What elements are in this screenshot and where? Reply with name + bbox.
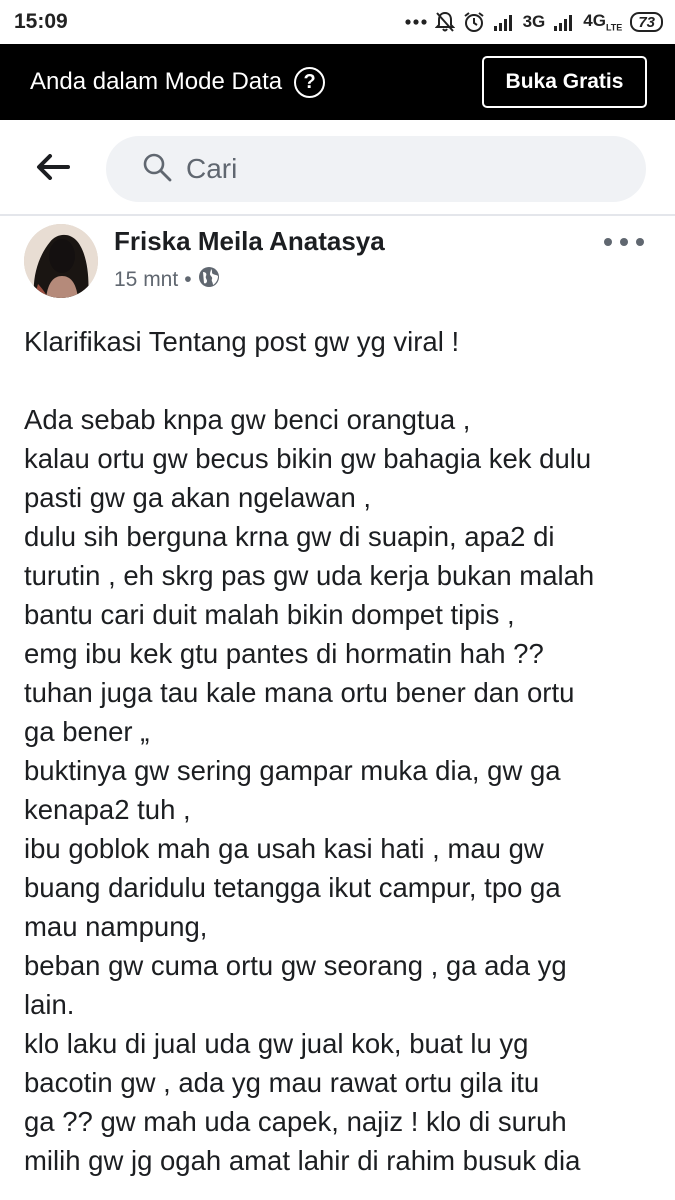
open-free-button[interactable]: Buka Gratis (482, 56, 647, 108)
post-text: Klarifikasi Tentang post gw yg viral ! A… (24, 322, 664, 1180)
post-line: tuhan juga tau kale mana ortu bener dan … (24, 677, 575, 708)
post-line-blank (24, 361, 664, 400)
data-mode-banner: Anda dalam Mode Data ? Buka Gratis (0, 44, 675, 120)
post-time[interactable]: 15 mnt (114, 268, 178, 292)
signal-icon (553, 13, 575, 31)
post-line: buktinya gw sering gampar muka dia, gw g… (24, 755, 561, 786)
post-line: dulu sih berguna krna gw di suapin, apa2… (24, 521, 555, 552)
post-line: pasti gw ga akan ngelawan , (24, 482, 372, 513)
post-line: mau nampung, (24, 911, 208, 942)
post-line: ibu goblok mah ga usah kasi hati , mau g… (24, 833, 544, 864)
meta-separator: • (184, 268, 192, 291)
back-arrow-icon[interactable] (32, 146, 74, 188)
post-line: klo laku di jual uda gw jual kok, buat l… (24, 1028, 529, 1059)
post-header: Friska Meila Anatasya 15 mnt • (0, 218, 675, 308)
author-name[interactable]: Friska Meila Anatasya (114, 226, 385, 257)
post-line: Ada sebab knpa gw benci orangtua , (24, 404, 471, 435)
help-icon[interactable]: ? (294, 66, 326, 98)
more-dots-icon (404, 18, 427, 26)
more-options-icon[interactable] (604, 232, 644, 252)
status-time: 15:09 (14, 10, 68, 33)
avatar[interactable] (24, 224, 98, 298)
network-4g-label: 4GLTE (583, 11, 623, 33)
post-meta: 15 mnt • (114, 266, 220, 294)
post-line: buang daridulu tetangga ikut campur, tpo… (24, 872, 561, 903)
bell-off-icon (434, 11, 455, 33)
signal-icon (493, 13, 515, 31)
post-line: ga ?? gw mah uda capek, najiz ! klo di s… (24, 1106, 567, 1137)
search-input[interactable]: Cari (106, 136, 646, 202)
post-line: Klarifikasi Tentang post gw yg viral ! (24, 326, 460, 357)
search-icon (142, 152, 172, 187)
post-line: milih gw jg ogah amat lahir di rahim bus… (24, 1145, 581, 1176)
post-line: turutin , eh skrg pas gw uda kerja bukan… (24, 560, 595, 591)
data-mode-text: Anda dalam Mode Data (30, 68, 283, 95)
network-3g-label: 3G (522, 12, 546, 31)
post-line: kalau ortu gw becus bikin gw bahagia kek… (24, 443, 592, 474)
post-line: beban gw cuma ortu gw seorang , ga ada y… (24, 950, 567, 981)
data-mode-info: Anda dalam Mode Data ? (30, 66, 326, 98)
post-line: bantu cari duit malah bikin dompet tipis… (24, 599, 515, 630)
post-line: lain. (24, 989, 75, 1020)
status-bar: 15:09 3G 4GLTE 73 (0, 0, 675, 44)
status-icons: 3G 4GLTE 73 (404, 11, 663, 33)
battery-icon: 73 (630, 12, 663, 32)
post-line: emg ibu kek gtu pantes di hormatin hah ?… (24, 638, 544, 669)
globe-icon (198, 266, 220, 294)
search-header: Cari (0, 120, 675, 216)
post-line: kenapa2 tuh , (24, 794, 191, 825)
alarm-icon (463, 11, 485, 33)
post-line: bacotin gw , ada yg mau rawat ortu gila … (24, 1067, 540, 1098)
post-line: ga bener „ (24, 716, 150, 747)
search-placeholder: Cari (186, 153, 238, 184)
